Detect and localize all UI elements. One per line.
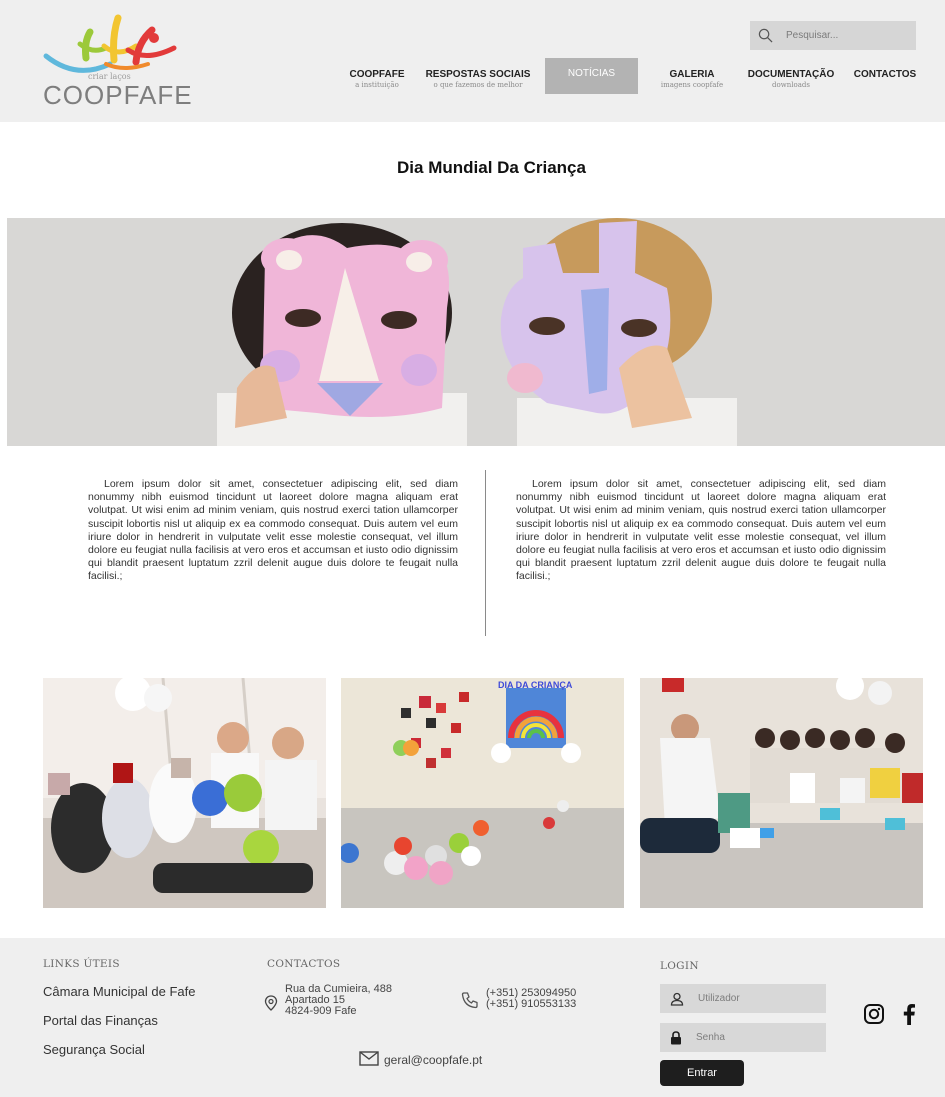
nav-galeria[interactable]: GALERIA imagens coopfafe (650, 58, 734, 94)
footer-link-camara[interactable]: Câmara Municipal de Fafe (43, 984, 195, 999)
nav-label: RESPOSTAS SOCIAIS (425, 69, 531, 80)
password-field-wrap (660, 1023, 826, 1052)
phone-block: (+351) 253094950 (+351) 910553133 (486, 988, 576, 1010)
column-divider (485, 470, 486, 636)
nav-label: DOCUMENTAÇÃO (747, 69, 835, 80)
address-block: Rua da Cumieira, 488 Apartado 15 4824-90… (285, 984, 392, 1017)
phone-number[interactable]: (+351) 910553133 (486, 999, 576, 1010)
search-icon[interactable] (750, 21, 780, 50)
instagram-icon[interactable] (863, 1003, 885, 1030)
nav-sublabel: o que fazemos de melhor (433, 81, 523, 89)
gallery-photo-2[interactable]: DIA DA CRIANÇA (341, 678, 624, 908)
lock-icon (670, 1030, 682, 1045)
article-text-left: Lorem ipsum dolor sit amet, consectetuer… (88, 478, 458, 583)
site-header: criar laços COOPFAFE COOPFAFE a institui… (0, 0, 945, 122)
nav-sublabel: downloads (772, 81, 810, 89)
gallery-photo-3[interactable] (640, 678, 923, 908)
phone-icon (461, 991, 479, 1014)
nav-sublabel: imagens coopfafe (660, 81, 724, 89)
nav-coopfafe[interactable]: COOPFAFE a instituição (344, 58, 410, 94)
footer-link-financas[interactable]: Portal das Finanças (43, 1013, 158, 1028)
password-input[interactable] (696, 1032, 806, 1043)
address-line: 4824-909 Fafe (285, 1005, 357, 1017)
nav-label: CONTACTOS (853, 69, 917, 80)
nav-respostas-sociais[interactable]: RESPOSTAS SOCIAIS o que fazemos de melho… (420, 58, 536, 94)
login-heading: LOGIN (660, 960, 699, 972)
logo-wordmark[interactable]: COOPFAFE (43, 80, 193, 111)
nav-label: COOPFAFE (349, 69, 405, 80)
hero-image (7, 218, 945, 446)
links-heading: LINKS ÚTEIS (43, 958, 120, 970)
nav-documentacao[interactable]: DOCUMENTAÇÃO downloads (742, 58, 840, 94)
user-icon (670, 992, 684, 1006)
footer-link-seguranca[interactable]: Segurança Social (43, 1042, 145, 1057)
email-icon (359, 1051, 379, 1071)
nav-contactos[interactable]: CONTACTOS (850, 58, 920, 94)
username-field-wrap (660, 984, 826, 1013)
nav-label: GALERIA (669, 69, 715, 80)
location-pin-icon (264, 995, 278, 1016)
search-input[interactable] (786, 30, 906, 41)
gallery-photo-1[interactable] (43, 678, 326, 908)
nav-noticias[interactable]: NOTÍCIAS (545, 58, 638, 94)
facebook-icon[interactable] (902, 1003, 916, 1030)
contacts-heading: CONTACTOS (267, 958, 341, 970)
page-title: Dia Mundial Da Criança (397, 158, 586, 177)
login-button[interactable]: Entrar (660, 1060, 744, 1086)
email-link[interactable]: geral@coopfafe.pt (384, 1053, 482, 1067)
username-input[interactable] (698, 993, 808, 1004)
search-box (750, 21, 916, 50)
nav-sublabel: a instituição (355, 81, 399, 89)
poster-text: DIA DA CRIANÇA (498, 680, 573, 690)
article-text-right: Lorem ipsum dolor sit amet, consectetuer… (516, 478, 886, 583)
nav-label: NOTÍCIAS (567, 68, 616, 79)
